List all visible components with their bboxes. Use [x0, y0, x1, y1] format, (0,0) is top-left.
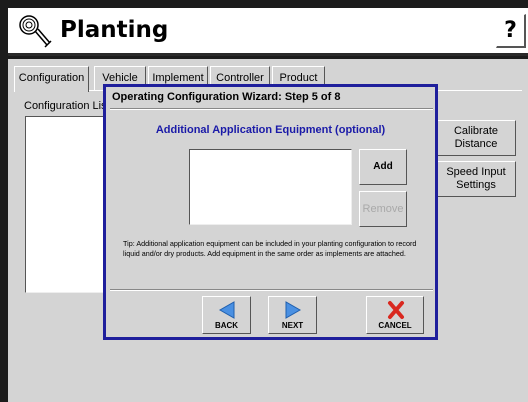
add-button[interactable]: Add — [359, 149, 407, 185]
tab-configuration[interactable]: Configuration — [14, 66, 89, 92]
configuration-list-label: Configuration Lis — [24, 100, 107, 112]
cancel-x-icon — [388, 301, 404, 319]
help-button[interactable]: ? — [496, 14, 526, 48]
cancel-label: CANCEL — [378, 321, 412, 330]
planting-seed-icon — [19, 15, 52, 48]
back-label: BACK — [214, 321, 239, 330]
app-window: Planting ? Configuration Vehicle Impleme… — [0, 0, 528, 402]
wizard-tip-text: Tip: Additional application equipment ca… — [123, 239, 417, 258]
calibrate-distance-button[interactable]: Calibrate Distance — [436, 120, 516, 156]
wizard-title-divider — [110, 108, 433, 110]
wizard-step-heading: Additional Application Equipment (option… — [155, 124, 386, 136]
remove-button[interactable]: Remove — [359, 191, 407, 227]
application-equipment-list[interactable] — [189, 149, 352, 225]
next-label: NEXT — [281, 321, 304, 330]
cancel-button[interactable]: CANCEL — [366, 296, 424, 334]
configuration-wizard-dialog: Operating Configuration Wizard: Step 5 o… — [103, 84, 438, 340]
next-arrow-icon — [285, 301, 302, 319]
wizard-title: Operating Configuration Wizard: Step 5 o… — [112, 91, 341, 103]
wizard-button-divider — [110, 289, 433, 291]
back-arrow-icon — [218, 301, 235, 319]
title-bar: Planting ? — [8, 8, 528, 56]
speed-input-settings-button[interactable]: Speed Input Settings — [436, 161, 516, 197]
app-title: Planting — [60, 17, 169, 43]
back-button[interactable]: BACK — [202, 296, 251, 334]
next-button[interactable]: NEXT — [268, 296, 317, 334]
